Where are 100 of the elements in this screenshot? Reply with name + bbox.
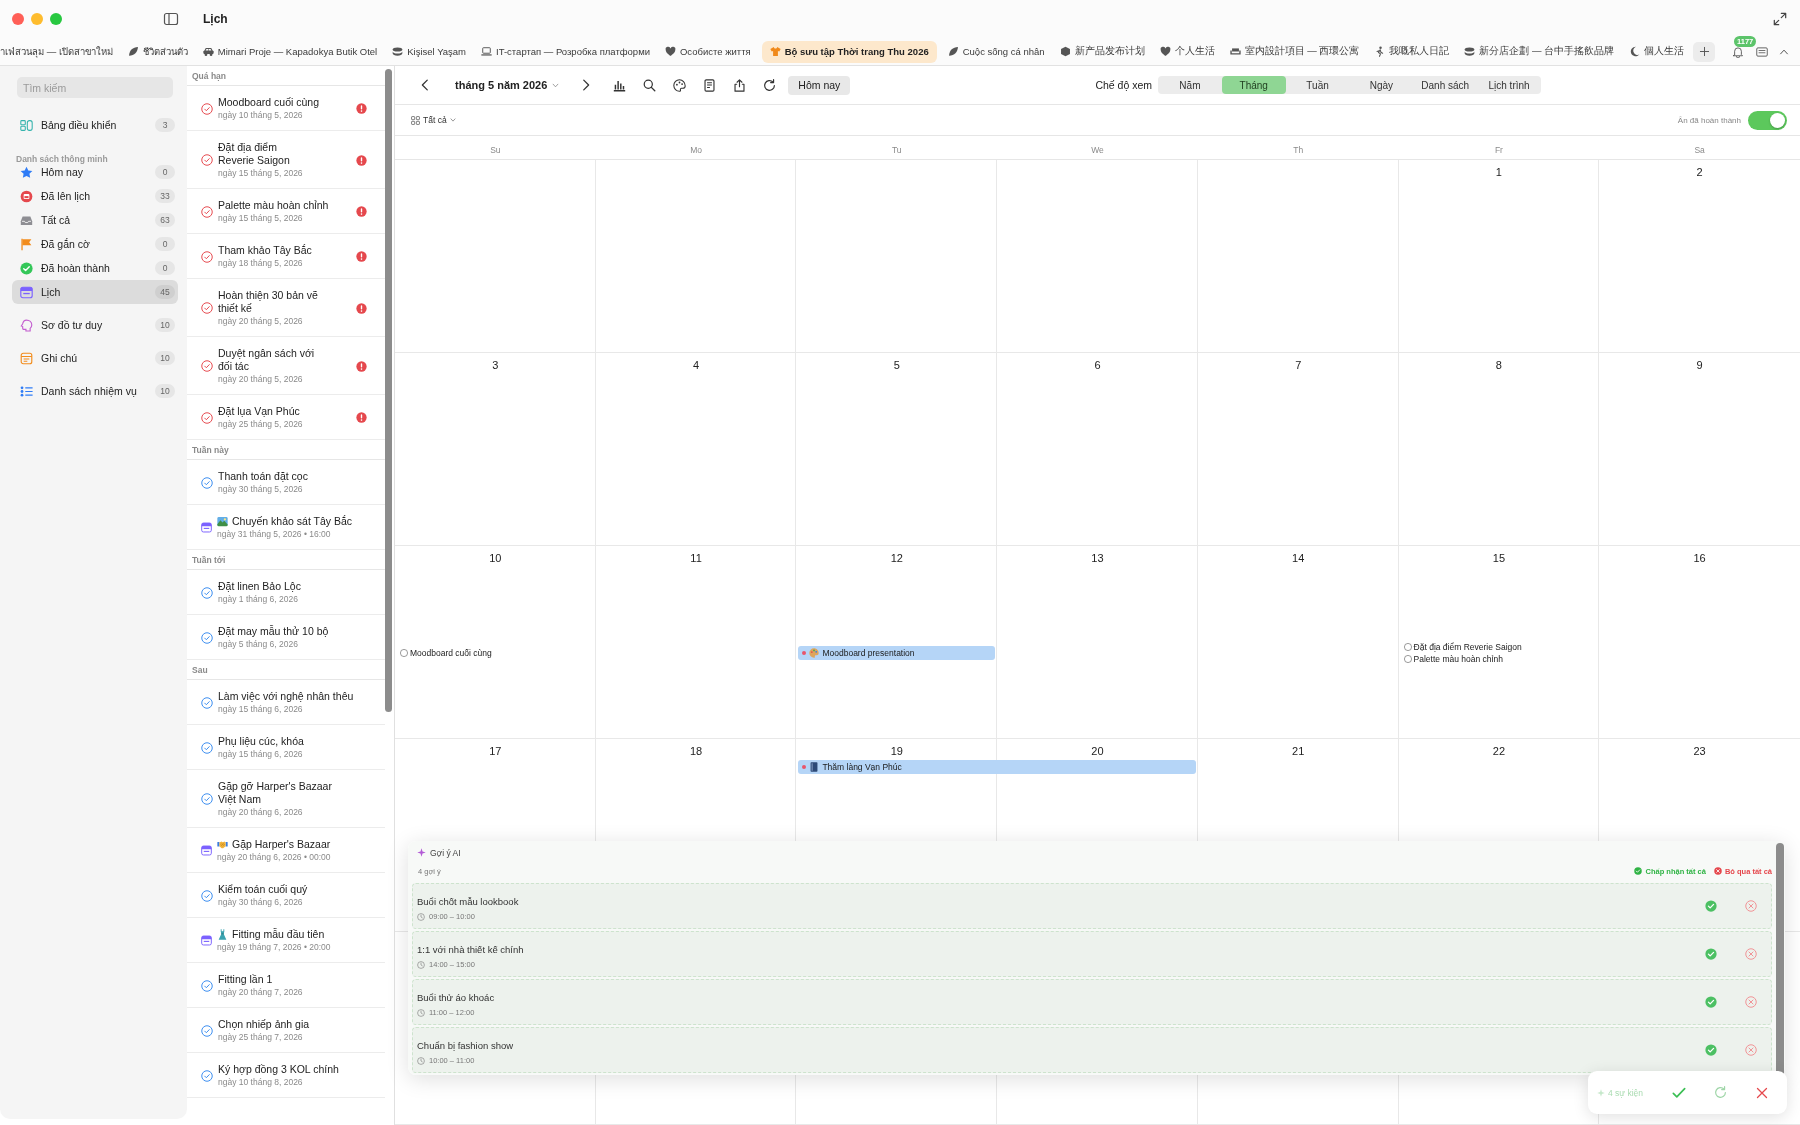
task-date: ngày 10 tháng 8, 2026: [218, 1076, 303, 1088]
scrollbar-thumb[interactable]: [385, 69, 392, 712]
task-title: Duyệt ngân sách với đối tác: [218, 347, 315, 373]
sidebar-item[interactable]: Danh sách nhiệm vụ 10: [12, 379, 178, 403]
tab[interactable]: 個人生活: [1625, 40, 1689, 63]
share-icon[interactable]: [733, 78, 747, 92]
close-icon[interactable]: [1756, 1086, 1768, 1099]
section-label: Danh sách thông minh: [16, 153, 108, 165]
search-field[interactable]: Tìm kiếm: [17, 77, 173, 98]
toggle-switch[interactable]: [1748, 110, 1787, 130]
sidebar-item[interactable]: Đã hoàn thành 0: [12, 256, 178, 280]
check-icon[interactable]: [1672, 1085, 1686, 1100]
stack-icon: [1464, 46, 1476, 57]
bell-icon[interactable]: [1732, 45, 1744, 58]
count-badge: 0: [155, 165, 175, 179]
filter-dropdown[interactable]: Tất cả: [411, 115, 456, 125]
sidebar-item[interactable]: Đã gắn cờ 0: [12, 232, 178, 256]
tab[interactable]: Cuộc sống cá nhân: [943, 40, 1049, 63]
task-title: Tham khảo Tây Bắc: [218, 244, 312, 257]
check-circle-icon[interactable]: [201, 586, 213, 599]
sidebar-toggle-icon[interactable]: [163, 11, 179, 27]
check-circle-icon[interactable]: [201, 741, 213, 754]
check-circle-icon[interactable]: [201, 1069, 213, 1082]
view-mode-tab[interactable]: Danh sách: [1413, 76, 1478, 94]
search-icon[interactable]: [643, 78, 657, 92]
calendar-event[interactable]: Moodboard presentation: [798, 646, 996, 660]
check-circle-icon[interactable]: [201, 1024, 213, 1037]
calendar-event[interactable]: Thăm làng Vạn Phúc: [798, 760, 1196, 774]
check-circle-icon[interactable]: [201, 250, 213, 263]
stack-icon: [392, 46, 404, 57]
x-circle-icon[interactable]: [1745, 948, 1757, 960]
tab[interactable]: 新产品发布计划: [1055, 40, 1149, 63]
panel-icon[interactable]: [1756, 45, 1768, 58]
task-title: Chọn nhiếp ảnh gia: [218, 1018, 310, 1031]
panel-title: Gợi ý AI: [430, 847, 461, 858]
tab[interactable]: ชีวิตส่วนตัว: [123, 40, 192, 63]
sidebar-item[interactable]: Lịch 45: [12, 280, 178, 304]
tab[interactable]: Особисте життя: [661, 40, 755, 63]
close-button[interactable]: [12, 13, 24, 25]
sidebar-item[interactable]: Tất cả 63: [12, 208, 178, 232]
task-checkbox[interactable]: [1403, 655, 1412, 663]
x-circle-icon[interactable]: [1745, 900, 1757, 912]
clock-icon: [417, 1008, 425, 1017]
count-badge: 0: [155, 237, 175, 251]
palette-icon[interactable]: [673, 78, 687, 92]
task-title: Phụ liệu cúc, khóa: [218, 735, 304, 748]
check-circle-icon[interactable]: [201, 360, 213, 372]
chevron-left-icon[interactable]: [419, 79, 431, 91]
sidebar-item[interactable]: Sơ đồ tư duy 10: [12, 313, 178, 337]
check-circle-icon[interactable]: [201, 102, 213, 115]
check-circle-icon[interactable]: [201, 411, 213, 424]
check-circle-icon[interactable]: [1705, 948, 1717, 960]
tab[interactable]: าเฟ่สวนลุม — เปิดสาขาใหม่: [0, 40, 117, 63]
view-mode-tab[interactable]: Tuần: [1285, 76, 1350, 94]
check-circle-icon[interactable]: [1705, 1044, 1717, 1056]
today-button[interactable]: Hôm nay: [788, 75, 851, 95]
task-date: ngày 15 tháng 5, 2026: [218, 212, 303, 224]
view-mode-tab[interactable]: Ngày: [1349, 76, 1414, 94]
check-circle-icon[interactable]: [201, 696, 213, 709]
weekday-label: Tu: [891, 144, 902, 155]
tab[interactable]: 新分店企劃 — 台中手搖飲品牌: [1460, 40, 1619, 63]
tab[interactable]: 室内設計項目 — 西環公寓: [1225, 40, 1364, 63]
check-circle-icon[interactable]: [201, 302, 213, 314]
sidebar-item[interactable]: Bảng điều khiển 3: [12, 113, 178, 137]
car-icon: [202, 46, 214, 57]
view-mode-tab[interactable]: Năm: [1158, 76, 1222, 94]
bar-chart-icon[interactable]: [613, 78, 627, 92]
expand-icon[interactable]: [1773, 12, 1787, 26]
day-number: 15: [1492, 552, 1506, 564]
task-checkbox[interactable]: [1403, 643, 1412, 651]
check-circle-icon[interactable]: [1705, 996, 1717, 1008]
x-circle-icon[interactable]: [1745, 1044, 1757, 1056]
month-dropdown[interactable]: tháng 5 năm 2026: [455, 79, 560, 91]
event-date: ngày 20 tháng 6, 2026 • 00:00: [217, 851, 331, 863]
minimize-button[interactable]: [31, 13, 43, 25]
task-checkbox[interactable]: [400, 649, 408, 657]
sidebar-item[interactable]: Đã lên lịch 33: [12, 184, 178, 208]
check-circle-icon[interactable]: [201, 631, 213, 644]
sidebar-item[interactable]: Ghi chú 10: [12, 346, 178, 370]
x-circle-icon[interactable]: [1745, 996, 1757, 1008]
tab[interactable]: 我嘅私人日記: [1370, 40, 1454, 63]
check-circle-icon[interactable]: [201, 476, 213, 489]
document-icon[interactable]: [703, 78, 717, 92]
check-circle-icon[interactable]: [201, 889, 213, 902]
tab[interactable]: Kişisel Yaşam: [388, 40, 470, 63]
check-circle-icon[interactable]: [201, 205, 213, 218]
check-circle-icon[interactable]: [201, 793, 213, 805]
check-circle-icon[interactable]: [201, 154, 213, 166]
new-tab-button[interactable]: [1693, 41, 1715, 62]
refresh-icon[interactable]: [763, 78, 777, 92]
check-circle-icon[interactable]: [1705, 900, 1717, 912]
tab[interactable]: IT-стартап — Розробка платформи: [477, 40, 654, 63]
tab[interactable]: Mimari Proje — Kapadokya Butik Otel: [198, 40, 382, 63]
maximize-button[interactable]: [50, 13, 62, 25]
tab[interactable]: 个人生活: [1155, 40, 1219, 63]
day-number: 19: [890, 745, 903, 757]
tab[interactable]: Bộ sưu tập Thời trang Thu 2026: [761, 40, 937, 63]
view-mode-tab[interactable]: Lịch trình: [1477, 76, 1541, 94]
view-mode-tab[interactable]: Tháng: [1221, 76, 1286, 94]
check-circle-icon[interactable]: [201, 979, 213, 992]
